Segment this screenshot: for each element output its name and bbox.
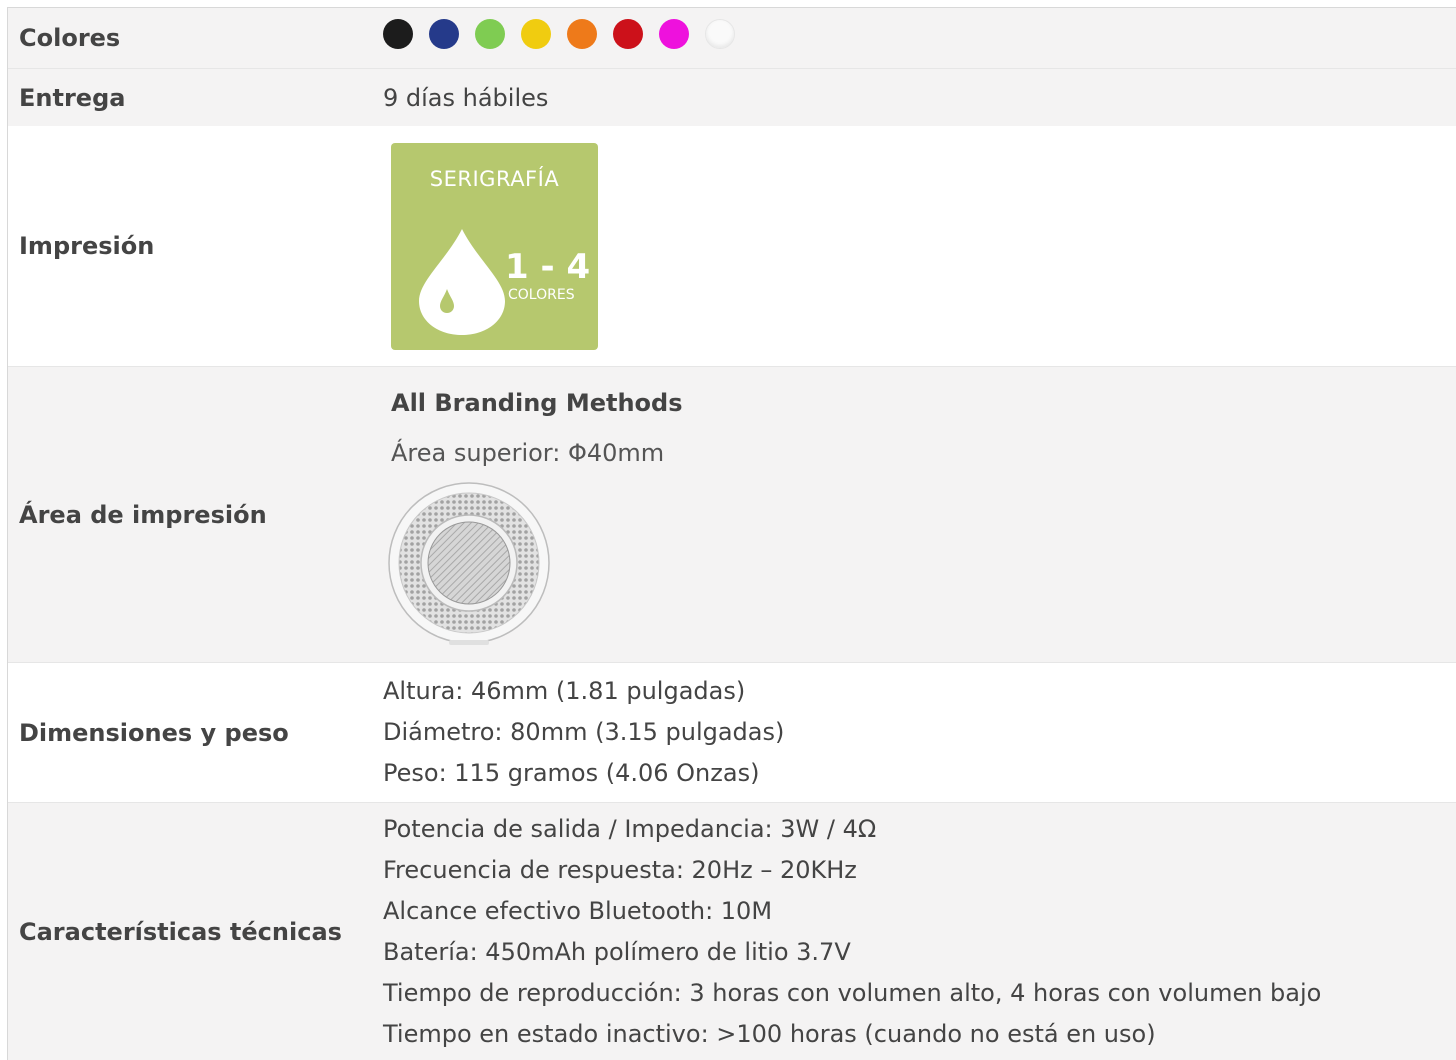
label-area-impresion: Área de impresión (19, 500, 267, 529)
specifications-table: Colores Entrega 9 días hábiles Impresión… (7, 7, 1456, 1060)
technical-spec-line: Tiempo en estado inactivo: >100 horas (c… (383, 1019, 1156, 1048)
label-colores: Colores (19, 24, 121, 52)
label-dimensiones: Dimensiones y peso (19, 718, 289, 747)
ink-drop-icon (419, 228, 505, 335)
label-caracteristicas-tecnicas: Características técnicas (19, 917, 342, 946)
color-swatch-white[interactable] (705, 19, 735, 49)
row-colores: Colores (8, 8, 1456, 68)
color-swatch-magenta[interactable] (659, 19, 689, 49)
badge-unit: COLORES (508, 286, 575, 303)
label-impresion: Impresión (19, 232, 155, 260)
row-area-impresion: Área de impresión All Branding Methods Á… (8, 366, 1456, 662)
value-dimensiones: Altura: 46mm (1.81 pulgadas) Diámetro: 8… (383, 671, 1456, 794)
technical-spec-line: Tiempo de reproducción: 3 horas con volu… (383, 978, 1322, 1007)
speaker-top-view-image (388, 481, 550, 645)
branding-methods: All Branding Methods Área superior: Φ40m… (388, 388, 1456, 649)
color-swatch-red[interactable] (613, 19, 643, 49)
technical-spec-line: Batería: 450mAh polímero de litio 3.7V (383, 937, 851, 966)
color-swatch-black[interactable] (383, 19, 413, 49)
color-swatch-yellow[interactable] (521, 19, 551, 49)
dimension-line: Diámetro: 80mm (3.15 pulgadas) (383, 718, 785, 746)
color-swatch-orange[interactable] (567, 19, 597, 49)
branding-method-title: All Branding Methods (391, 388, 683, 417)
badge-range: 1 - 4 (505, 246, 591, 287)
color-swatches (383, 19, 1456, 49)
top-area-dimension: Área superior: Φ40mm (391, 438, 665, 467)
value-colores (383, 19, 1456, 49)
value-entrega: 9 días hábiles (383, 83, 549, 112)
color-swatch-blue[interactable] (429, 19, 459, 49)
value-impresion: SERIGRAFÍA 1 - 4 COLORES (383, 142, 1456, 350)
technical-spec-line: Alcance efectivo Bluetooth: 10M (383, 896, 773, 925)
value-caracteristicas-tecnicas: Potencia de salida / Impedancia: 3W / 4Ω… (383, 809, 1456, 1055)
technical-spec-line: Frecuencia de respuesta: 20Hz – 20KHz (383, 855, 857, 884)
label-entrega: Entrega (19, 83, 126, 112)
row-impresion: Impresión SERIGRAFÍA 1 - 4 COLORES (8, 126, 1456, 366)
dimension-line: Altura: 46mm (1.81 pulgadas) (383, 677, 746, 705)
row-dimensiones: Dimensiones y peso Altura: 46mm (1.81 pu… (8, 662, 1456, 802)
serigraphy-badge: SERIGRAFÍA 1 - 4 COLORES (391, 142, 598, 350)
row-entrega: Entrega 9 días hábiles (8, 68, 1456, 126)
row-caracteristicas-tecnicas: Características técnicas Potencia de sal… (8, 802, 1456, 1060)
value-area-impresion: All Branding Methods Área superior: Φ40m… (383, 381, 1456, 649)
technical-spec-line: Potencia de salida / Impedancia: 3W / 4Ω (383, 814, 877, 843)
badge-title: SERIGRAFÍA (429, 166, 560, 191)
color-swatch-light-green[interactable] (475, 19, 505, 49)
dimension-line: Peso: 115 gramos (4.06 Onzas) (383, 759, 760, 787)
